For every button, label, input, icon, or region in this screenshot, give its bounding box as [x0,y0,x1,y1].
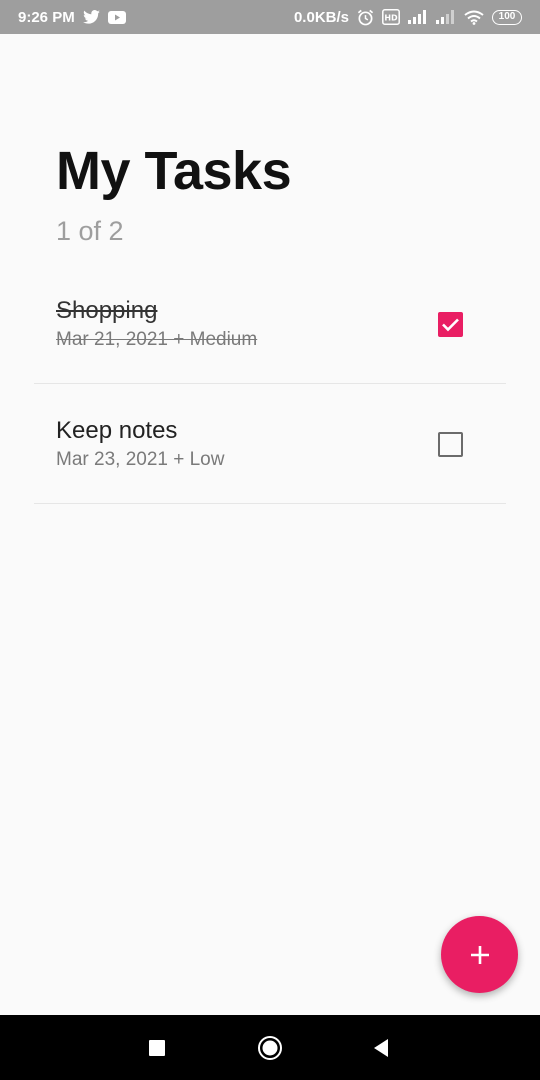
plus-icon [470,945,489,964]
status-time: 9:26 PM [18,8,75,26]
list-item[interactable]: Keep notes Mar 23, 2021 + Low [34,400,506,504]
home-button[interactable] [255,1033,285,1063]
recents-icon [149,1040,165,1056]
navigation-bar [0,1015,540,1080]
check-icon [442,318,459,332]
signal-icon [408,10,428,24]
alarm-icon [357,9,374,26]
task-list: Shopping Mar 21, 2021 + Medium Keep note… [34,280,506,520]
network-speed: 0.0KB/s [293,8,349,26]
svg-text:HD: HD [384,14,398,23]
twitter-icon [82,10,100,24]
status-right: 0.0KB/s HD 100 [294,9,522,26]
task-title: Keep notes [56,417,178,444]
task-checkbox[interactable] [438,432,463,457]
status-left: 9:26 PM [18,9,126,26]
recents-button[interactable] [142,1033,172,1063]
list-item[interactable]: Shopping Mar 21, 2021 + Medium [34,280,506,384]
task-meta: Mar 21, 2021 + Medium [56,329,258,350]
back-icon [374,1039,388,1057]
task-meta: Mar 23, 2021 + Low [56,449,225,470]
home-icon [258,1036,282,1060]
task-count: 1 of 2 [56,216,124,246]
back-button[interactable] [366,1033,396,1063]
wifi-icon [464,10,484,25]
signal-icon [436,10,456,24]
youtube-icon [107,10,126,24]
page-title: My Tasks [56,141,292,201]
volte-icon: HD [382,9,400,25]
status-bar: 9:26 PM 0.0KB/s HD 100 [0,0,540,34]
task-title: Shopping [56,297,158,324]
battery-icon: 100 [492,9,522,25]
task-checkbox[interactable] [438,312,463,337]
add-task-button[interactable] [441,916,518,993]
